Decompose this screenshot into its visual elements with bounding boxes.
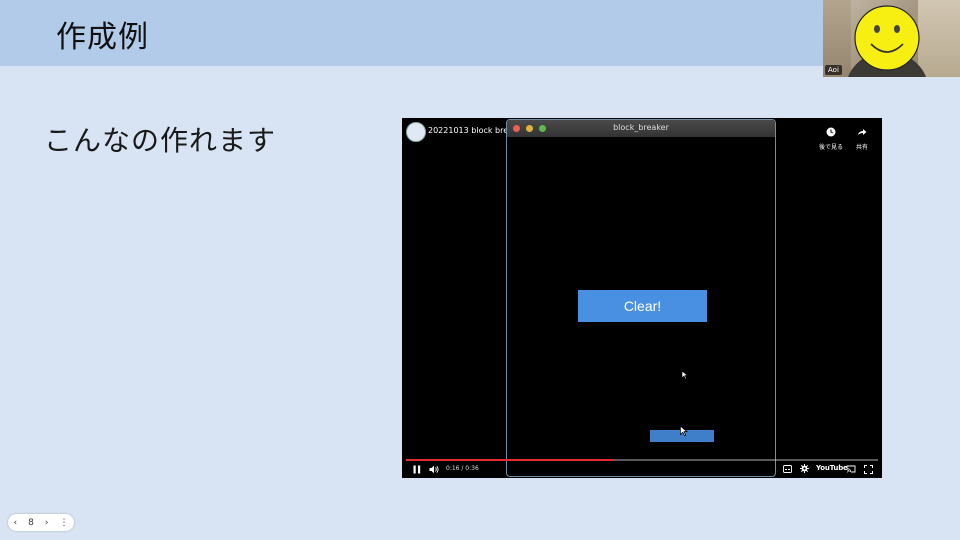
- mouse-cursor-icon: [680, 425, 689, 437]
- previous-slide-button[interactable]: ‹: [14, 518, 18, 528]
- slide-page-number: 8: [28, 517, 34, 528]
- share-icon: [858, 129, 867, 135]
- volume-icon[interactable]: [429, 465, 440, 474]
- background-shelf: [918, 0, 960, 77]
- video-progress-fill: [406, 459, 614, 461]
- clock-icon: [826, 127, 836, 137]
- watch-later-button[interactable]: 後で見る: [816, 122, 846, 151]
- slide-body-text: こんなの作れます: [44, 124, 277, 157]
- clear-banner: Clear!: [578, 290, 707, 322]
- pause-icon[interactable]: [413, 465, 421, 474]
- share-label: 共有: [855, 144, 868, 151]
- game-window-titlebar: block_breaker: [507, 120, 775, 137]
- next-slide-button[interactable]: ›: [45, 518, 49, 528]
- smiley-face-icon: [854, 5, 920, 71]
- mouse-cursor-icon: [681, 370, 689, 380]
- cast-icon[interactable]: [846, 465, 856, 473]
- more-options-icon[interactable]: ⋮: [59, 518, 68, 528]
- youtube-logo[interactable]: YouTube: [816, 464, 848, 472]
- game-window: block_breaker Clear!: [506, 119, 776, 477]
- channel-avatar[interactable]: [406, 122, 426, 142]
- watch-later-label: 後で見る: [818, 144, 843, 151]
- settings-gear-icon[interactable]: [800, 464, 809, 473]
- share-button[interactable]: 共有: [847, 122, 877, 151]
- embedded-youtube-player[interactable]: 20221013 block breaker m 後で見る 共有 block_b…: [402, 118, 882, 478]
- fullscreen-icon[interactable]: [864, 465, 873, 474]
- slide-navigation: ‹ 8 › ⋮: [8, 514, 74, 531]
- webcam-overlay: Aoi: [823, 0, 960, 77]
- video-progress-bar[interactable]: [406, 459, 878, 461]
- slide-title: 作成例: [56, 20, 149, 55]
- game-window-title: block_breaker: [613, 123, 669, 132]
- subtitles-icon[interactable]: [783, 465, 792, 473]
- video-time: 0:16 / 0:36: [446, 465, 479, 472]
- webcam-name-label: Aoi: [825, 65, 842, 75]
